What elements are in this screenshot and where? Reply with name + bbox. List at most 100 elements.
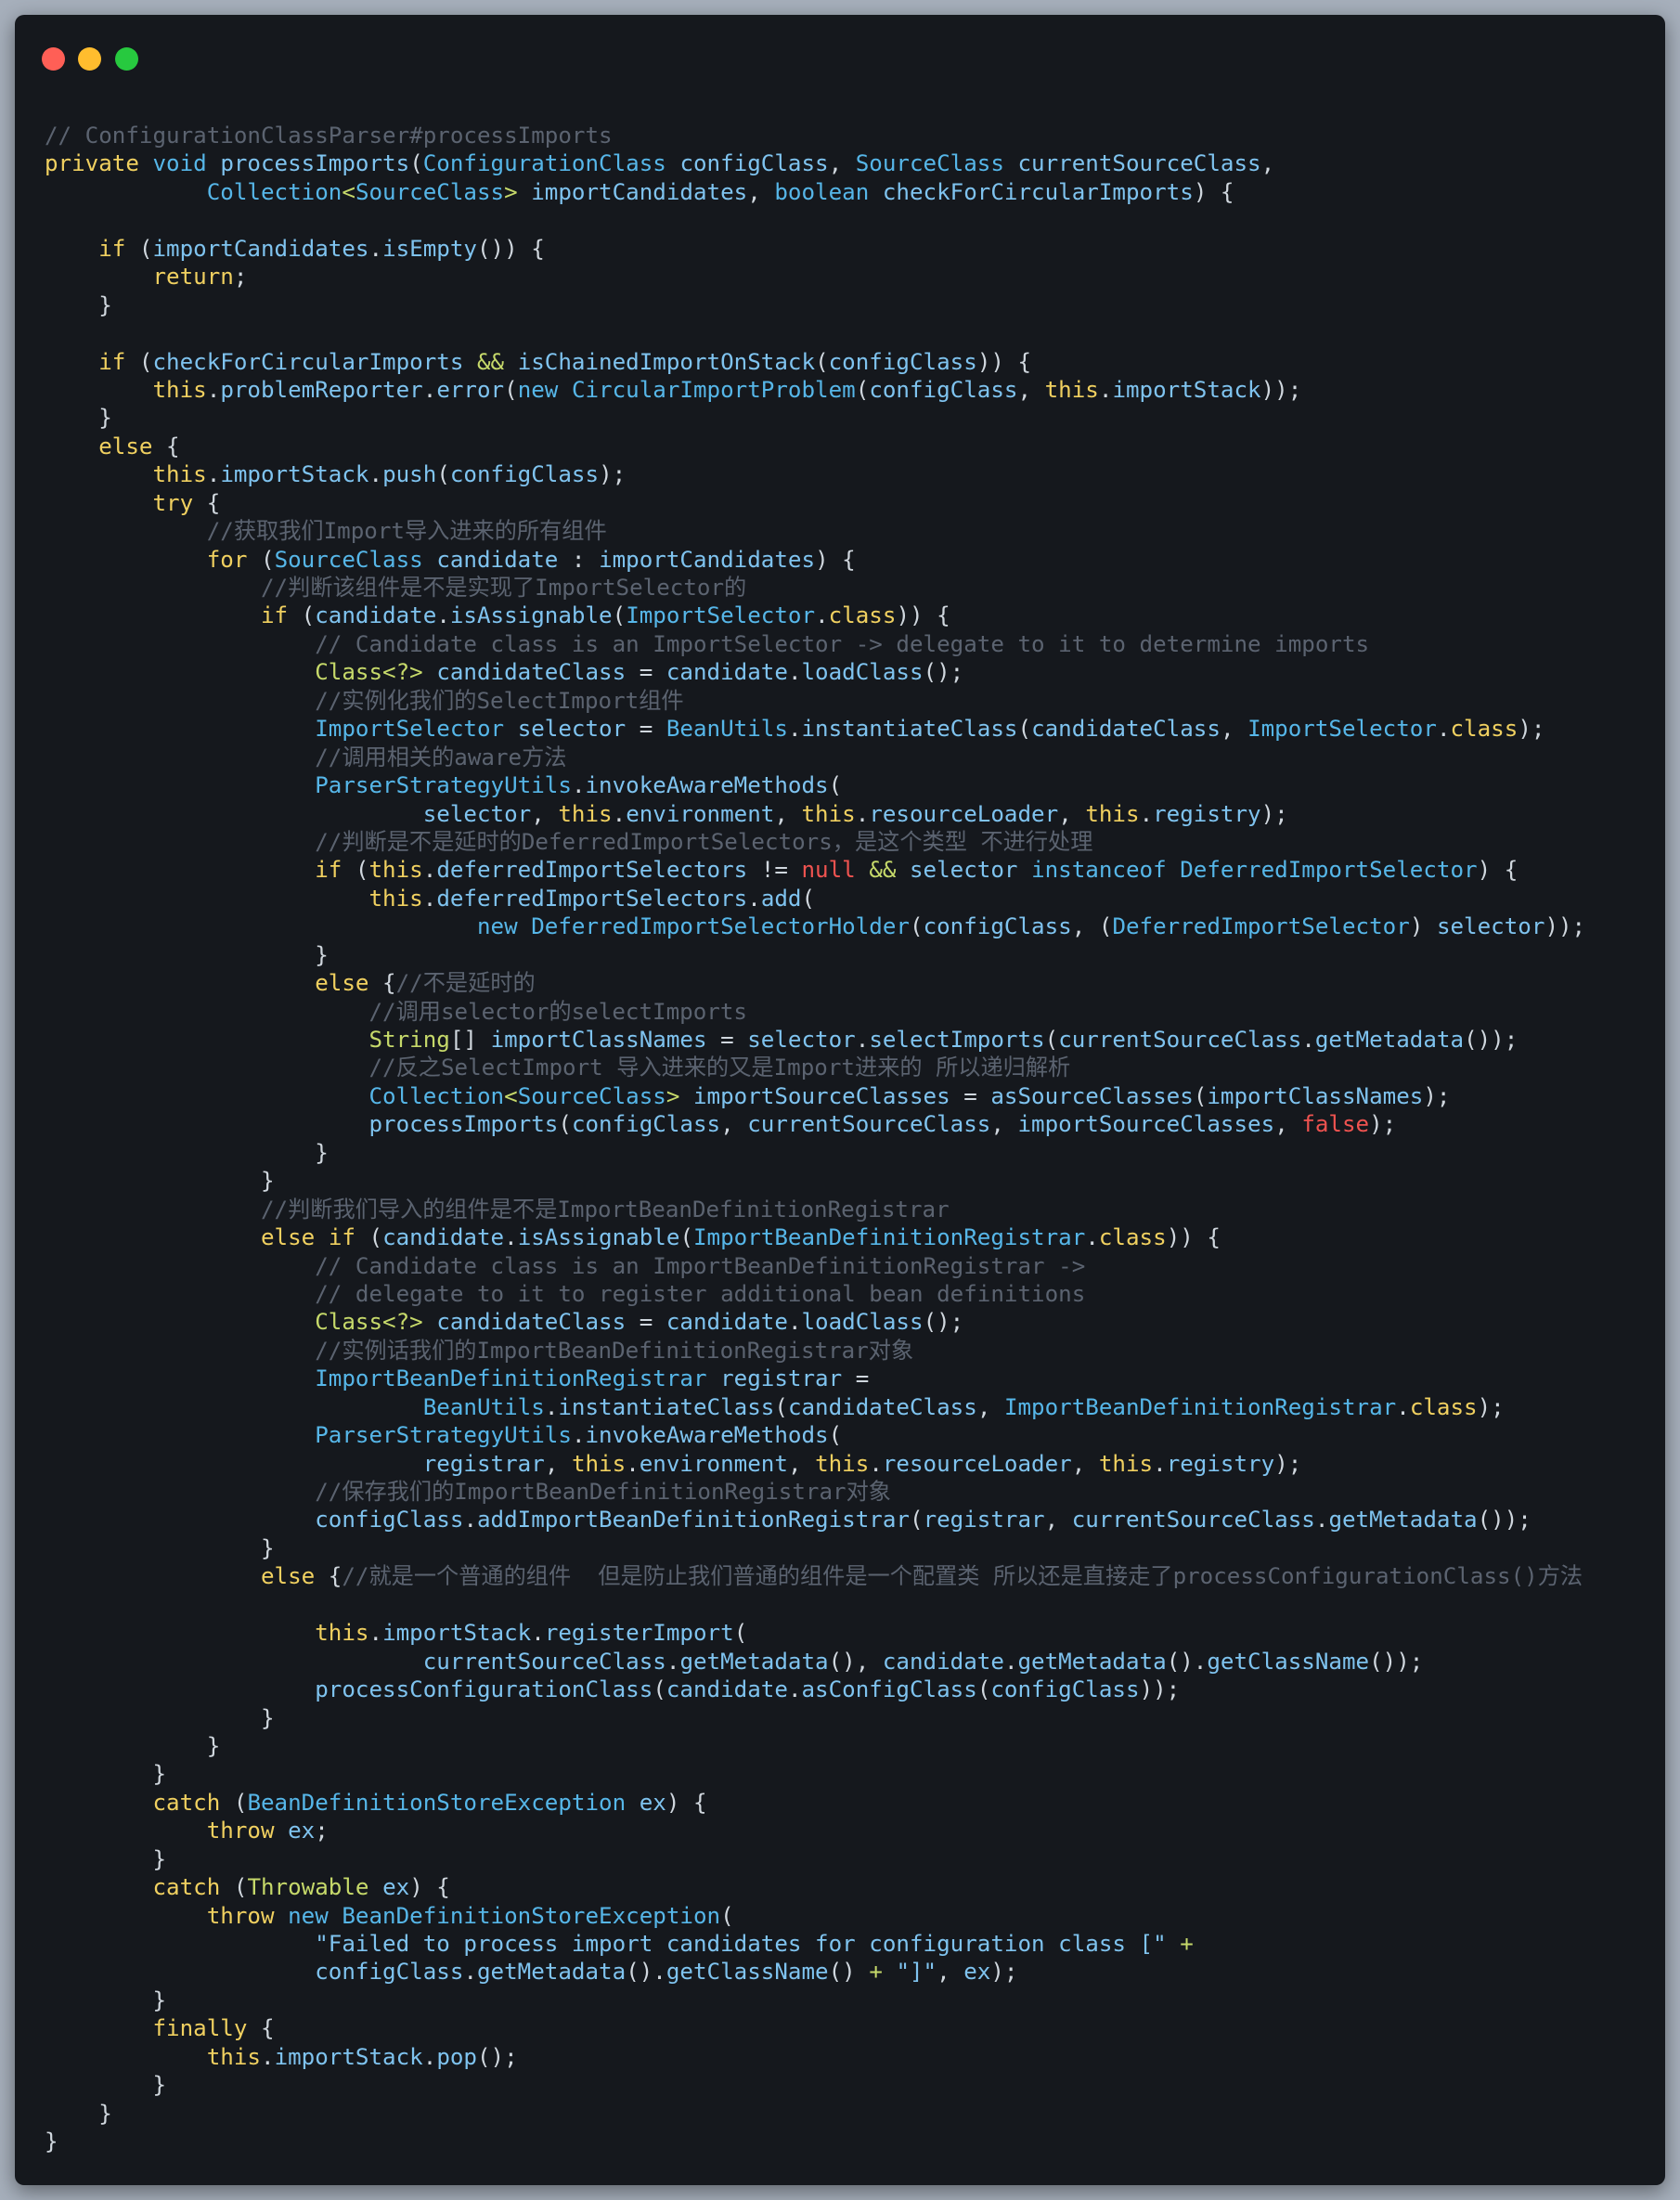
code-token: importStack	[220, 461, 369, 488]
code-line: }	[45, 2100, 1585, 2128]
code-token: registry	[1153, 800, 1261, 827]
code-token: ,	[937, 1959, 964, 1986]
code-line: currentSourceClass.getMetadata(), candid…	[45, 1648, 1585, 1676]
code-token: }	[45, 1845, 167, 1872]
code-token: ,	[1274, 1111, 1302, 1138]
code-token: (	[828, 1422, 843, 1449]
code-token: {	[247, 2015, 275, 2042]
code-line: }	[45, 1986, 1585, 2014]
code-token: (	[125, 348, 153, 375]
code-token: checkForCircularImports	[152, 348, 464, 375]
code-token: ImportBeanDefinitionRegistrar	[693, 1224, 1086, 1251]
code-token: else	[315, 970, 369, 997]
code-token: );	[1477, 1393, 1505, 1420]
code-token: catch	[152, 1789, 221, 1816]
maximize-dot-icon[interactable]	[115, 47, 138, 71]
code-token: class	[1098, 1224, 1167, 1251]
code-line: // Candidate class is an ImportSelector …	[45, 630, 1585, 658]
code-token: >	[666, 1082, 680, 1109]
code-token: private	[45, 150, 139, 177]
code-token: .	[1098, 376, 1113, 403]
code-token: getClassName	[1207, 1648, 1370, 1675]
code-line: String[] importClassNames = selector.sel…	[45, 1026, 1585, 1054]
code-token: "]"	[896, 1959, 937, 1986]
code-token: ) {	[1477, 857, 1518, 884]
code-token: selector	[747, 1027, 856, 1053]
code-token: (	[1193, 1082, 1208, 1109]
code-line: //获取我们Import导入进来的所有组件	[45, 517, 1585, 545]
code-token: ,	[828, 150, 856, 177]
code-line: //调用相关的aware方法	[45, 744, 1585, 771]
code-token: )) {	[1166, 1224, 1221, 1251]
code-token: ImportSelector	[1247, 716, 1437, 743]
code-token: Collection	[206, 178, 342, 205]
code-token: else	[261, 1563, 316, 1590]
code-token: DeferredImportSelector	[1180, 857, 1478, 884]
code-token: .	[869, 1450, 883, 1477]
code-line: }	[45, 404, 1585, 432]
code-token: isAssignable	[517, 1224, 680, 1251]
code-token: {	[193, 489, 221, 516]
code-token: (	[612, 602, 627, 629]
code-token: configClass	[571, 1111, 721, 1138]
code-token: .	[666, 1648, 680, 1675]
code-token: []	[449, 1027, 491, 1053]
code-token: .	[206, 376, 221, 403]
code-token: .	[1085, 1224, 1099, 1251]
code-token: ()	[828, 1959, 870, 1986]
code-token: )) {	[976, 348, 1032, 375]
code-token: (	[436, 461, 450, 488]
minimize-dot-icon[interactable]	[78, 47, 101, 71]
code-token: :	[558, 546, 600, 573]
code-token: candidateClass	[436, 1309, 627, 1336]
code-token: finally	[152, 2015, 248, 2042]
code-token: checkForCircularImports	[882, 178, 1194, 205]
code-token: .	[855, 1027, 870, 1053]
code-token: }	[45, 1704, 275, 1731]
code-token: &&	[477, 348, 505, 375]
code-token: ,	[1044, 1507, 1072, 1534]
code-token: configClass	[828, 348, 977, 375]
code-token: (	[288, 602, 316, 629]
code-token: BeanUtils	[666, 716, 788, 743]
code-token: .	[261, 2043, 275, 2070]
code-line: configClass.getMetadata().getClassName()…	[45, 1958, 1585, 1986]
code-line: catch (Throwable ex) {	[45, 1873, 1585, 1901]
code-token: }	[45, 2129, 58, 2155]
code-token: ());	[1369, 1648, 1424, 1675]
code-token: (	[976, 1676, 991, 1703]
code-line: ImportSelector selector = BeanUtils.inst…	[45, 715, 1585, 743]
code-token: }	[45, 1168, 275, 1195]
code-token: .	[787, 716, 802, 743]
code-line: this.importStack.registerImport(	[45, 1619, 1585, 1647]
code-line: //判断我们导入的组件是不是ImportBeanDefinitionRegist…	[45, 1196, 1585, 1223]
code-token: );	[1423, 1082, 1451, 1109]
code-token: if	[98, 348, 126, 375]
code-token: candidateClass	[1031, 716, 1221, 743]
close-dot-icon[interactable]	[42, 47, 65, 71]
code-token: )	[1409, 913, 1437, 940]
code-token: selector	[517, 716, 627, 743]
code-token: }	[45, 1534, 275, 1561]
code-token: BeanUtils	[422, 1393, 545, 1420]
code-line: Class<?> candidateClass = candidate.load…	[45, 658, 1585, 686]
code-token: throw	[206, 1818, 275, 1844]
code-token: try	[152, 489, 194, 516]
code-token: deferredImportSelectors	[436, 857, 748, 884]
code-token: (	[815, 348, 829, 375]
code-token: asConfigClass	[801, 1676, 977, 1703]
code-token: .	[531, 1620, 545, 1647]
code-token: =	[626, 659, 666, 686]
